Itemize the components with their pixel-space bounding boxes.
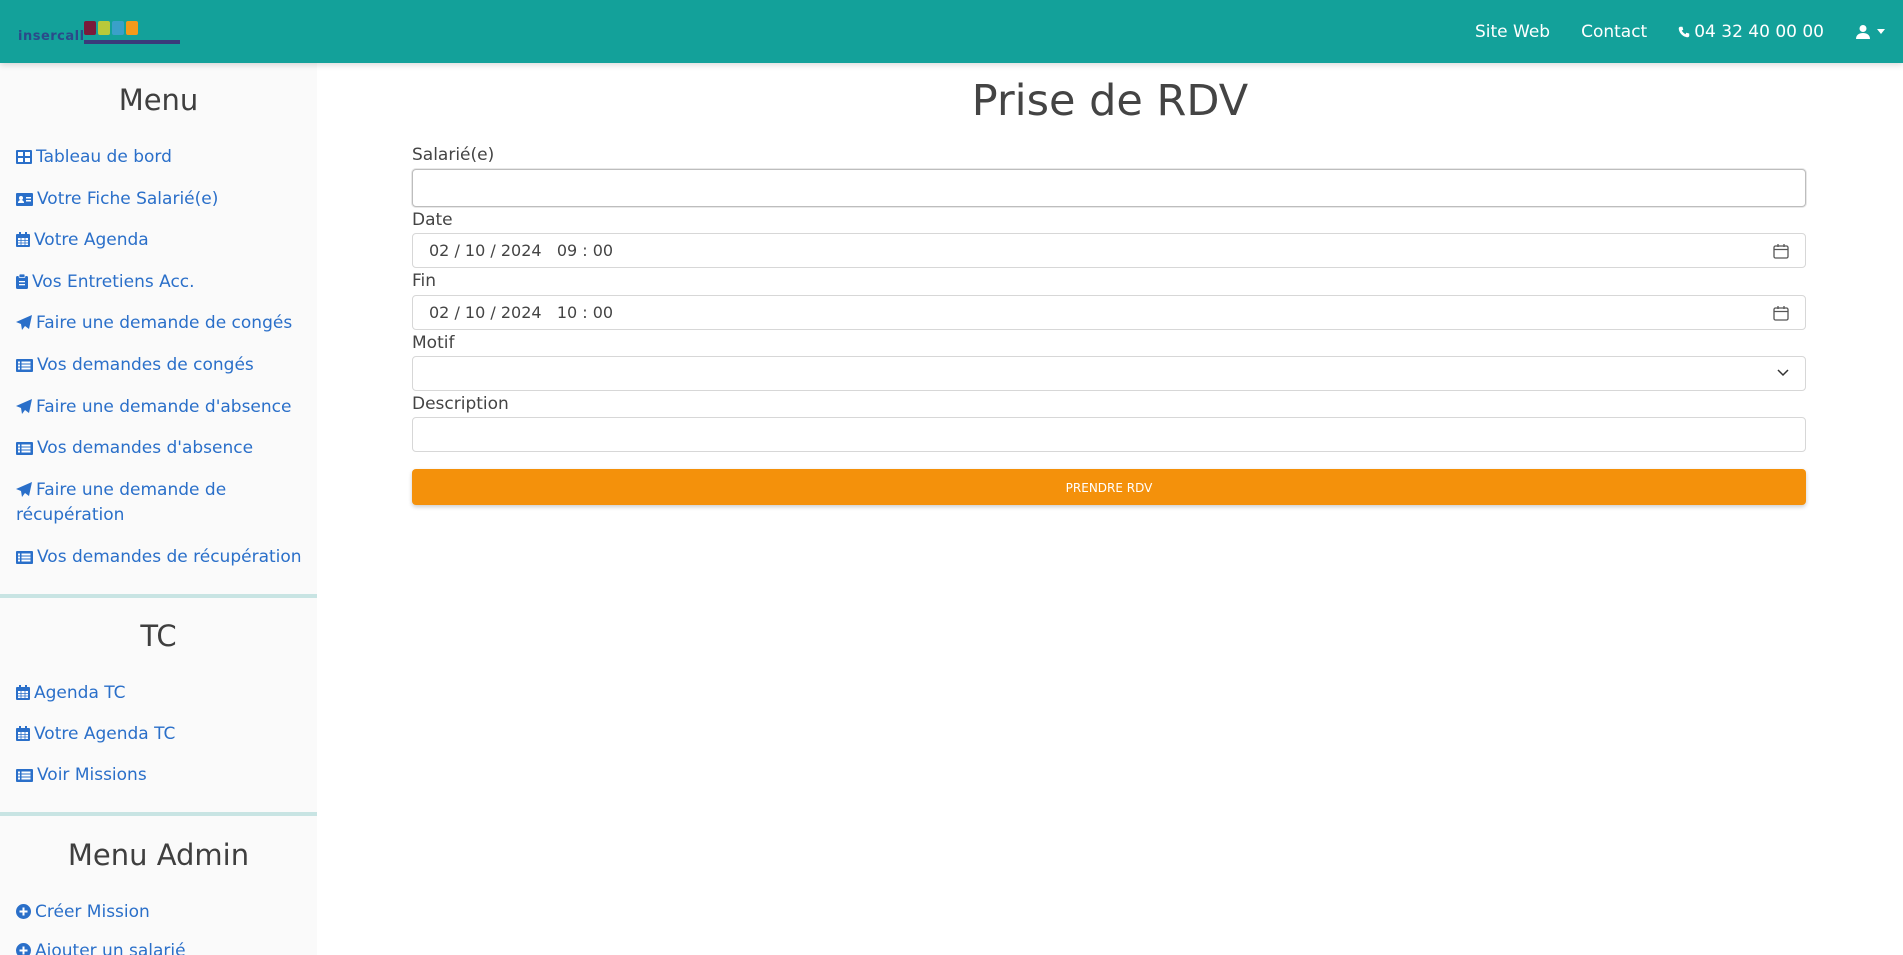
sidebar-item-demande-conges[interactable]: Faire une demande de congés	[16, 311, 306, 336]
fin-label: Fin	[412, 271, 437, 291]
prendre-rdv-button[interactable]: PRENDRE RDV	[412, 469, 1806, 505]
user-menu-dropdown[interactable]	[1855, 24, 1885, 40]
site-web-link[interactable]: Site Web	[1475, 22, 1550, 42]
sidebar-item-label: Tableau de bord	[36, 147, 172, 167]
sidebar-item-label: Vos Entretiens Acc.	[32, 272, 195, 292]
sidebar-divider	[0, 594, 317, 598]
list-icon	[16, 442, 33, 455]
sidebar-item-label: Agenda TC	[34, 683, 126, 703]
top-navbar: insercall Site Web Contact 04 32 40 00 0…	[0, 0, 1903, 63]
chevron-down-icon	[1777, 369, 1789, 377]
contact-link[interactable]: Contact	[1581, 22, 1647, 42]
salarie-input[interactable]	[412, 169, 1806, 207]
sidebar-item-label: Votre Agenda TC	[34, 724, 176, 744]
description-label: Description	[412, 394, 509, 414]
sidebar-item-label: Créer Mission	[35, 902, 150, 922]
tc-title: TC	[140, 619, 177, 653]
admin-menu-title: Menu Admin	[67, 838, 250, 872]
sidebar-item-vos-absences[interactable]: Vos demandes d'absence	[16, 436, 306, 461]
date-input[interactable]: 02 / 10 / 2024 09 : 00	[412, 233, 1806, 268]
chevron-down-icon	[1877, 29, 1885, 34]
logo-blocks	[84, 20, 140, 40]
logo-text: insercall	[18, 29, 85, 44]
list-icon	[16, 359, 33, 372]
list-icon	[16, 769, 33, 782]
clipboard-icon	[16, 273, 28, 289]
sidebar-item-label: Vos demandes de récupération	[37, 547, 302, 567]
sidebar-item-demande-absence[interactable]: Faire une demande d'absence	[16, 395, 306, 420]
sidebar-item-entretiens[interactable]: Vos Entretiens Acc.	[16, 270, 306, 295]
sidebar-item-voir-missions[interactable]: Voir Missions	[16, 763, 306, 788]
paper-plane-icon	[16, 482, 32, 497]
sidebar-item-votre-agenda[interactable]: Votre Agenda	[16, 228, 306, 253]
sidebar-item-ajouter-salarie[interactable]: Ajouter un salarié	[16, 939, 306, 955]
sidebar-item-label: Vos demandes d'absence	[37, 438, 254, 458]
id-card-icon	[16, 193, 33, 206]
sidebar-item-label: Faire une demande de congés	[36, 313, 293, 333]
menu-title: Menu	[118, 83, 199, 117]
page-title: Prise de RDV	[971, 76, 1249, 126]
phone-number: 04 32 40 00 00	[1694, 21, 1824, 42]
logo-bar	[84, 40, 180, 44]
phone-icon	[1678, 26, 1690, 37]
sidebar-item-creer-mission[interactable]: Créer Mission	[16, 900, 306, 925]
fin-value: 02 / 10 / 2024 10 : 00	[429, 303, 614, 322]
sidebar-item-label: Ajouter un salarié	[35, 941, 186, 955]
sidebar-item-label: Votre Fiche Salarié(e)	[37, 189, 219, 209]
description-input[interactable]	[412, 417, 1806, 452]
paper-plane-icon	[16, 399, 32, 414]
calendar-icon	[16, 685, 30, 700]
motif-label: Motif	[412, 333, 455, 353]
sidebar-item-tableau-de-bord[interactable]: Tableau de bord	[16, 145, 306, 170]
calendar-picker-icon[interactable]	[1773, 305, 1789, 321]
sidebar-item-label: Voir Missions	[37, 765, 147, 785]
sidebar-item-label: Faire une demande d'absence	[36, 397, 292, 417]
sidebar-item-demande-recuperation[interactable]: Faire une demande de récupération	[16, 478, 256, 528]
sidebar-item-agenda-tc[interactable]: Agenda TC	[16, 681, 306, 706]
nav-links: Site Web Contact 04 32 40 00 00	[1444, 0, 1885, 63]
table-icon	[16, 150, 32, 164]
motif-select[interactable]	[412, 356, 1806, 391]
sidebar-item-label: Votre Agenda	[34, 230, 149, 250]
sidebar-item-votre-agenda-tc[interactable]: Votre Agenda TC	[16, 722, 306, 747]
calendar-icon	[16, 232, 30, 247]
date-value: 02 / 10 / 2024 09 : 00	[429, 241, 614, 260]
calendar-icon	[16, 726, 30, 741]
list-icon	[16, 551, 33, 564]
sidebar-item-label: Faire une demande de récupération	[16, 480, 227, 525]
phone-link[interactable]: 04 32 40 00 00	[1678, 22, 1824, 42]
salarie-label: Salarié(e)	[412, 145, 495, 165]
sidebar-item-vos-conges[interactable]: Vos demandes de congés	[16, 353, 306, 378]
calendar-picker-icon[interactable]	[1773, 243, 1789, 259]
date-label: Date	[412, 210, 453, 230]
paper-plane-icon	[16, 315, 32, 330]
sidebar-item-fiche-salarie[interactable]: Votre Fiche Salarié(e)	[16, 187, 306, 212]
user-icon	[1856, 24, 1870, 39]
insercall-logo[interactable]: insercall	[18, 20, 180, 46]
sidebar-divider	[0, 812, 317, 816]
plus-circle-icon	[16, 904, 31, 919]
plus-circle-icon	[16, 943, 31, 955]
sidebar: Menu Tableau de bord Votre Fiche Salarié…	[0, 63, 317, 955]
sidebar-item-label: Vos demandes de congés	[37, 355, 254, 375]
sidebar-item-vos-recuperations[interactable]: Vos demandes de récupération	[16, 545, 306, 570]
fin-input[interactable]: 02 / 10 / 2024 10 : 00	[412, 295, 1806, 330]
